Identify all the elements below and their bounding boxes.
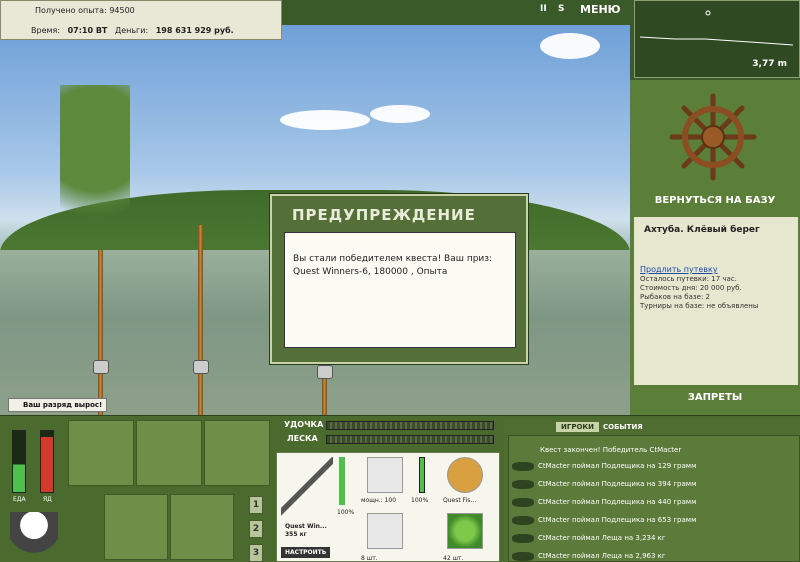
menu-button[interactable]: МЕНЮ <box>580 3 621 16</box>
list-item: CtMacter поймал Подлещика на 440 грамм <box>538 498 697 506</box>
fishing-rod[interactable] <box>98 250 103 415</box>
depth-value: 3,77 m <box>752 59 787 69</box>
food-label: ЕДА <box>13 496 26 503</box>
fish-icon <box>512 462 534 471</box>
bait-bag-icon[interactable] <box>136 420 202 486</box>
list-item: CtMacter поймал Леща на 2,963 кг <box>538 552 666 560</box>
tournaments-status: Турниры на базе: не объявлены <box>640 302 759 310</box>
money-label: Деньги: <box>114 26 149 35</box>
poison-meter <box>40 430 54 493</box>
fish-icon <box>512 516 534 525</box>
dialog-text-2: Quest Winners-6, 180000 , Опыта <box>293 267 448 277</box>
rod-weight: 355 кг <box>285 531 307 538</box>
permit-remaining: Осталось путевки: 17 час. <box>640 275 737 283</box>
peas-icon[interactable] <box>447 513 483 549</box>
dialog-title: ПРЕДУПРЕЖДЕНИЕ <box>292 206 476 224</box>
fish-icon <box>512 480 534 489</box>
bait-name: Quest Fis... <box>443 497 477 504</box>
cloud <box>280 110 370 130</box>
setup-button[interactable]: НАСТРОИТЬ <box>281 547 331 558</box>
fishers-count: Рыбаков на базе: 2 <box>640 293 710 301</box>
experience-text: Получено опыта: 94500 <box>35 6 135 15</box>
tackle-panel: Quest Win... 355 кг 100% мощн.: 100 100%… <box>276 452 500 562</box>
time-value: 07:10 ВТ <box>67 26 108 35</box>
tackle-box-icon[interactable] <box>68 420 134 486</box>
bucket-icon[interactable] <box>170 494 234 560</box>
rod-icon[interactable] <box>281 457 333 517</box>
time-label: Время: <box>31 26 61 35</box>
player-info-panel: Получено опыта: 94500 Время: 07:10 ВТ Де… <box>0 0 282 40</box>
rank-up-notice[interactable]: Ваш разряд вырос! <box>8 398 108 412</box>
ship-wheel-icon[interactable] <box>668 92 758 182</box>
dialog-text-1: Вы стали победителем квеста! Ваш приз: <box>293 254 493 264</box>
rod-name: Quest Win... <box>285 523 327 530</box>
rod-label: УДОЧКА <box>284 420 324 429</box>
pot-icon[interactable] <box>10 512 58 556</box>
slot-2-button[interactable]: 2 <box>249 520 263 538</box>
slot-1-button[interactable]: 1 <box>249 496 263 514</box>
bait-count: 42 шт. <box>443 555 464 562</box>
reel-icon <box>93 360 109 374</box>
extend-permit-link[interactable]: Продлить путевку <box>640 265 792 274</box>
bait-can-icon[interactable] <box>447 457 483 493</box>
cloud <box>370 105 430 123</box>
quest-finished-text: Квест закончен! Победитель CtMacter <box>540 446 682 454</box>
sound-button[interactable]: S <box>558 4 564 14</box>
dialog-body: Вы стали победителем квеста! Ваш приз: Q… <box>284 232 516 348</box>
reel-icon <box>193 360 209 374</box>
bans-button[interactable]: ЗАПРЕТЫ <box>630 392 800 403</box>
fish-icon <box>512 498 534 507</box>
depth-gauge: 3,77 m <box>634 0 800 78</box>
hook-icon[interactable] <box>367 513 403 549</box>
money-value: 198 631 929 руб. <box>155 26 234 35</box>
reel-power: мощн.: 100 <box>361 497 397 504</box>
poison-label: ЯД <box>43 496 52 503</box>
list-item: CtMacter поймал Подлещика на 129 грамм <box>538 462 697 470</box>
location-info: Ахтуба. Клёвый берег Продлить путевку Ос… <box>634 217 798 385</box>
slot-3-button[interactable]: 3 <box>249 544 263 562</box>
food-meter <box>12 430 26 493</box>
cloud <box>540 33 600 59</box>
tree <box>60 85 130 265</box>
feather-icon[interactable] <box>204 420 270 486</box>
rod-condition-meter <box>339 457 345 505</box>
rod-percent: 100% <box>337 509 355 516</box>
day-cost: Стоимость дня: 20 000 руб. <box>640 284 742 292</box>
vegetable-basket-icon[interactable] <box>104 494 168 560</box>
location-name: Ахтуба. Клёвый берег <box>644 225 760 235</box>
list-item: CtMacter поймал Подлещика на 653 грамм <box>538 516 697 524</box>
warning-dialog[interactable]: ПРЕДУПРЕЖДЕНИЕ Вы стали победителем квес… <box>270 194 528 364</box>
return-to-base-button[interactable]: ВЕРНУТЬСЯ НА БАЗУ <box>630 195 800 206</box>
events-panel: ИГРОКИ СОБЫТИЯ Квест закончен! Победител… <box>504 418 800 562</box>
reel-icon[interactable] <box>367 457 403 493</box>
fish-icon <box>512 552 534 561</box>
reel-percent: 100% <box>411 497 429 504</box>
pause-button[interactable]: II <box>540 4 547 14</box>
reel-condition-meter <box>419 457 425 493</box>
list-item: CtMacter поймал Подлещика на 394 грамм <box>538 480 697 488</box>
list-item: CtMacter поймал Леща на 3,234 кг <box>538 534 666 542</box>
hook-count: 8 шт. <box>361 555 378 562</box>
tab-players[interactable]: ИГРОКИ <box>556 422 599 432</box>
reel-icon <box>317 365 333 379</box>
fishing-rod[interactable] <box>198 225 203 415</box>
rod-tension-bar <box>326 421 494 430</box>
tab-events[interactable]: СОБЫТИЯ <box>598 422 648 432</box>
line-tension-bar <box>326 435 494 444</box>
fish-icon <box>512 534 534 543</box>
line-label: ЛЕСКА <box>287 434 318 443</box>
